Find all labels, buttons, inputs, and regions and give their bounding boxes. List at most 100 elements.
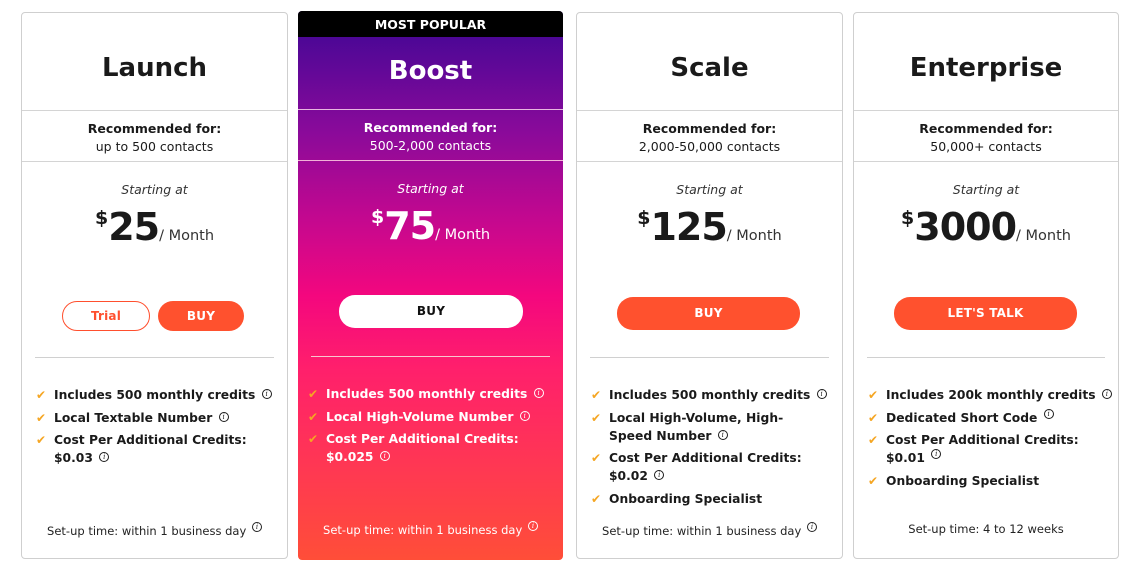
- trial-button[interactable]: Trial: [62, 301, 150, 331]
- setup-text: Set-up time: 4 to 12 weeks: [908, 522, 1064, 536]
- recommended-label: Recommended for:: [363, 120, 498, 135]
- divider: [577, 161, 842, 162]
- feature-item: ✔ Includes 500 monthly credits i: [36, 386, 281, 404]
- feature-text: Dedicated Short Code: [886, 410, 1038, 425]
- recommended-value: 50,000+ contacts: [930, 139, 1042, 154]
- info-icon[interactable]: i: [251, 522, 262, 532]
- info-icon[interactable]: i: [533, 388, 544, 398]
- divider: [22, 110, 287, 111]
- feature-text: Includes 500 monthly credits: [326, 387, 528, 401]
- price-period: / Month: [1016, 228, 1071, 244]
- recommended-for: Recommended for: 2,000-50,000 contacts: [577, 120, 842, 156]
- info-icon[interactable]: i: [527, 521, 538, 531]
- info-icon[interactable]: i: [379, 451, 390, 461]
- check-icon: ✔: [591, 491, 602, 506]
- divider: [22, 161, 287, 162]
- feature-item: ✔ Dedicated Short Code i: [868, 408, 1112, 427]
- lets-talk-button[interactable]: LET'S TALK: [894, 297, 1077, 330]
- divider: [35, 357, 274, 358]
- feature-item: ✔ Local Textable Number i: [36, 409, 281, 427]
- feature-text: Cost Per Additional Credits: $0.02: [609, 451, 802, 483]
- feature-list: ✔ Includes 500 monthly credits i ✔ Local T…: [36, 386, 281, 472]
- price-amount: 25: [108, 205, 160, 249]
- price: $125/ Month: [577, 205, 842, 249]
- check-icon: ✔: [868, 410, 879, 425]
- feature-text: Includes 500 monthly credits: [609, 388, 811, 402]
- price-period: / Month: [159, 228, 215, 244]
- feature-text: Onboarding Specialist: [609, 491, 763, 506]
- info-icon[interactable]: i: [806, 522, 817, 532]
- feature-text: Cost Per Additional Credits: $0.025: [326, 432, 519, 464]
- price-amount: 125: [650, 205, 727, 249]
- check-icon: ✔: [308, 387, 319, 401]
- check-icon: ✔: [36, 433, 47, 447]
- recommended-value: 500-2,000 contacts: [369, 138, 492, 153]
- divider: [311, 356, 550, 357]
- setup-text: Set-up time: within 1 business day: [47, 524, 247, 538]
- info-icon[interactable]: i: [1043, 408, 1054, 419]
- plan-card-scale: Scale Recommended for: 2,000-50,000 cont…: [576, 12, 843, 559]
- price-currency: $: [94, 207, 109, 229]
- plan-card-launch: Launch Recommended for: up to 500 contac…: [21, 12, 288, 559]
- info-icon[interactable]: i: [99, 452, 110, 462]
- info-icon[interactable]: i: [931, 449, 942, 459]
- starting-at-label: Starting at: [397, 181, 464, 196]
- feature-item: ✔ Onboarding Specialist: [868, 472, 1112, 490]
- plan-title: Launch: [101, 53, 208, 83]
- divider: [590, 357, 829, 358]
- feature-item: ✔ Local High-Volume Number i: [308, 408, 557, 426]
- plan-title: Boost: [388, 56, 473, 86]
- price-currency: $: [901, 207, 915, 229]
- price-currency: $: [637, 207, 651, 229]
- feature-list: ✔ Includes 500 monthly credits i ✔ Local H…: [591, 386, 836, 512]
- feature-text: Local High-Volume, High-Speed Number: [609, 410, 784, 443]
- setup-time: Set-up time: within 1 business day i: [577, 522, 842, 538]
- feature-text: Includes 200k monthly credits: [886, 388, 1096, 402]
- info-icon[interactable]: i: [816, 389, 827, 399]
- feature-text: Cost Per Additional Credits: $0.03: [54, 433, 247, 465]
- check-icon: ✔: [308, 409, 319, 424]
- buy-button[interactable]: BUY: [158, 301, 244, 331]
- info-icon[interactable]: i: [261, 389, 272, 399]
- feature-item: ✔ Cost Per Additional Credits: $0.025 i: [308, 430, 557, 466]
- setup-text: Set-up time: within 1 business day: [602, 524, 802, 538]
- divider: [298, 160, 563, 161]
- feature-list: ✔ Includes 500 monthly credits i ✔ Local H…: [308, 385, 557, 471]
- feature-item: ✔ Includes 500 monthly credits i: [308, 385, 557, 403]
- recommended-value: 2,000-50,000 contacts: [638, 139, 781, 154]
- check-icon: ✔: [591, 410, 602, 425]
- feature-text: Cost Per Additional Credits: $0.01: [886, 433, 1079, 465]
- check-icon: ✔: [868, 388, 879, 402]
- feature-text: Local High-Volume Number: [326, 409, 514, 424]
- setup-time: Set-up time: within 1 business day i: [22, 522, 287, 538]
- price: $25/ Month: [22, 205, 287, 249]
- feature-text: Local Textable Number: [54, 410, 213, 425]
- recommended-label: Recommended for:: [642, 121, 777, 136]
- info-icon[interactable]: i: [218, 411, 229, 422]
- buy-button[interactable]: BUY: [339, 295, 523, 328]
- price-period: / Month: [435, 227, 491, 243]
- divider: [854, 110, 1118, 111]
- check-icon: ✔: [36, 410, 47, 425]
- price-amount: 75: [384, 204, 436, 248]
- divider: [854, 161, 1118, 162]
- buy-button[interactable]: BUY: [617, 297, 800, 330]
- recommended-label: Recommended for:: [87, 121, 222, 136]
- feature-list: ✔ Includes 200k monthly credits i ✔ Dedica…: [868, 386, 1112, 494]
- info-icon[interactable]: i: [1101, 389, 1112, 399]
- check-icon: ✔: [36, 388, 47, 402]
- divider: [577, 110, 842, 111]
- info-icon[interactable]: i: [519, 410, 530, 421]
- recommended-for: Recommended for: 500-2,000 contacts: [298, 119, 563, 155]
- info-icon[interactable]: i: [717, 429, 728, 440]
- feature-item: ✔ Cost Per Additional Credits: $0.02 i: [591, 449, 836, 485]
- recommended-for: Recommended for: 50,000+ contacts: [854, 120, 1118, 156]
- plan-card-boost: MOST POPULAR Boost Recommended for: 500-…: [298, 11, 563, 560]
- setup-time: Set-up time: within 1 business day i: [298, 521, 563, 537]
- info-icon[interactable]: i: [654, 470, 665, 480]
- feature-item: ✔ Onboarding Specialist: [591, 490, 836, 508]
- feature-item: ✔ Includes 200k monthly credits i: [868, 386, 1112, 404]
- feature-item: ✔ Cost Per Additional Credits: $0.01 i: [868, 431, 1112, 467]
- plan-card-enterprise: Enterprise Recommended for: 50,000+ cont…: [853, 12, 1119, 559]
- feature-item: ✔ Cost Per Additional Credits: $0.03 i: [36, 431, 281, 467]
